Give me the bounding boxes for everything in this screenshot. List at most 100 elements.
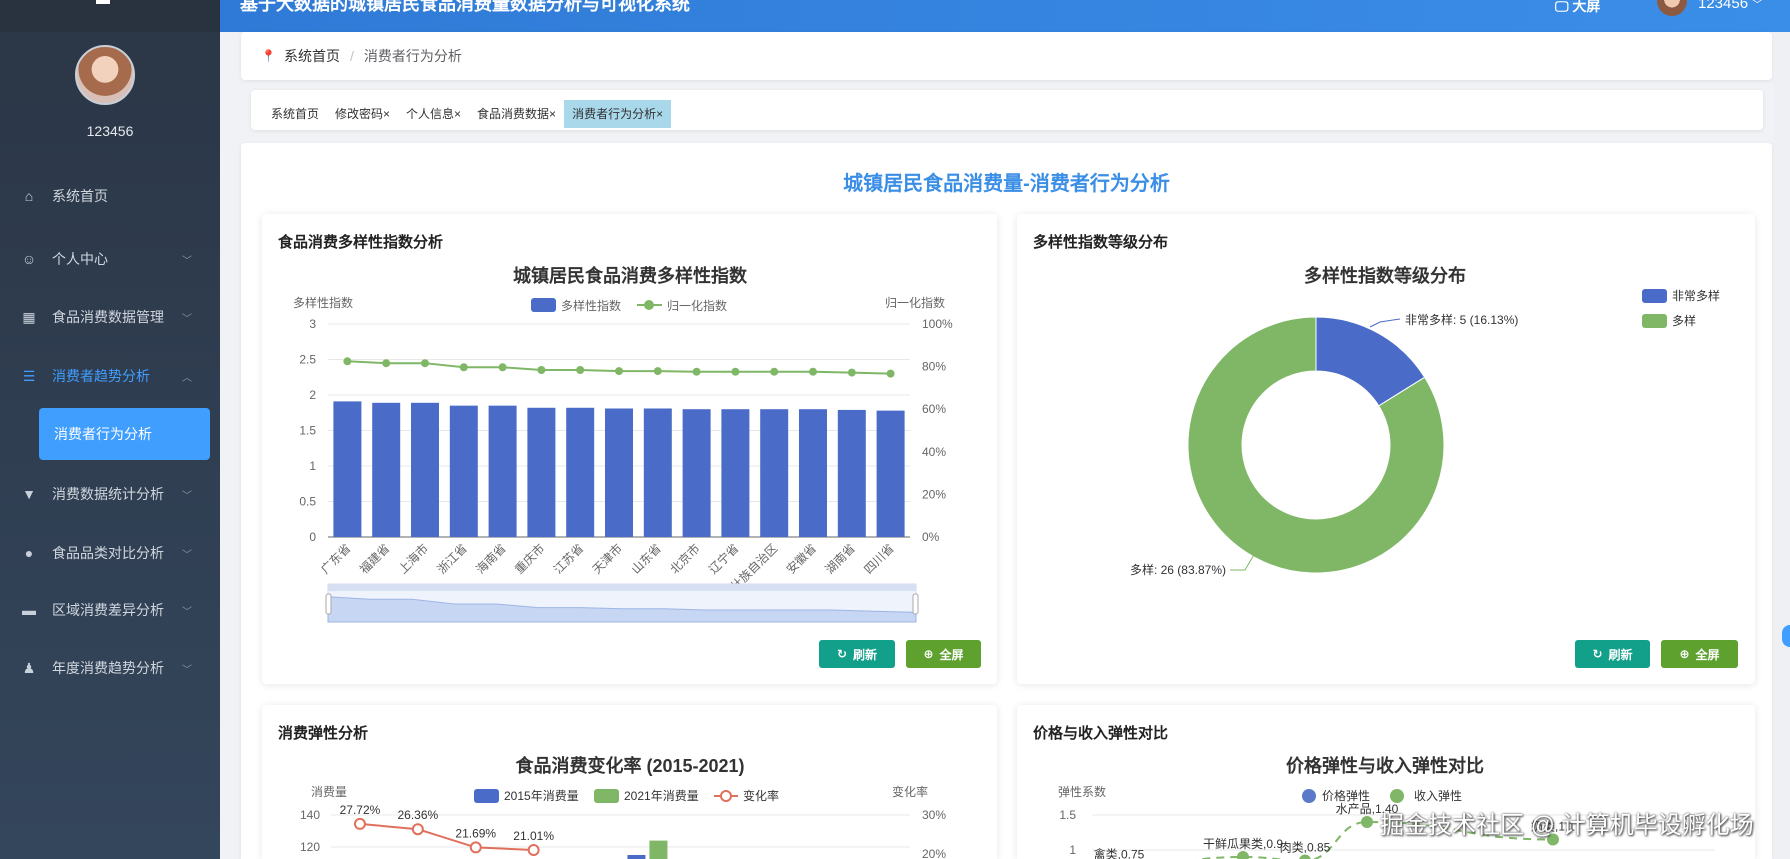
bar: [449, 405, 478, 537]
y-tick-label: 140: [300, 808, 320, 822]
y-tick-label: 120: [300, 840, 320, 854]
line-point: [459, 363, 468, 372]
bar: [760, 409, 789, 537]
line-point: [809, 367, 817, 376]
bar: [411, 402, 439, 537]
rate-label: 27.72%: [340, 803, 381, 817]
y-tick-label: 0: [309, 530, 316, 544]
legend-label: 多样性指数: [561, 298, 621, 313]
rate-point: [411, 823, 424, 836]
y-axis-name: 多样性指数: [293, 295, 353, 310]
datazoom-handle-left: [325, 593, 332, 615]
y2-tick-label: 20%: [922, 487, 946, 501]
y2-axis-name: 归一化指数: [885, 295, 945, 310]
x-tick-label: 天津市: [589, 541, 625, 577]
chart-title: 食品消费变化率 (2015-2021): [514, 755, 744, 776]
x-tick-label: 安徽省: [783, 541, 819, 577]
line-point: [421, 359, 429, 368]
y-tick-label: 1: [309, 459, 316, 473]
y-tick-label: 0.5: [299, 495, 316, 509]
legend-swatch: [594, 789, 619, 803]
datazoom-track: [328, 584, 916, 591]
rate-line: [359, 822, 534, 852]
line-point: [731, 367, 740, 376]
rate-label: 21.69%: [455, 826, 496, 840]
legend-line-marker: [644, 300, 654, 310]
legend-swatch: [474, 789, 499, 803]
bar-2021: [649, 840, 668, 859]
line-point: [498, 363, 507, 372]
rate-label: 21.01%: [513, 829, 554, 843]
y2-tick-label: 60%: [922, 402, 946, 416]
line-point: [886, 369, 895, 378]
bar: [876, 410, 905, 537]
line-point: [847, 368, 856, 377]
legend-label: 多样: [1672, 313, 1696, 328]
y-tick-label: 1: [1069, 843, 1076, 857]
x-tick-label: 福建省: [356, 541, 392, 577]
slice-label: 多样: 26 (83.87%): [1130, 562, 1226, 577]
y-tick-label: 1.5: [299, 424, 316, 438]
bar: [488, 405, 517, 537]
y2-tick-label: 0%: [922, 530, 940, 544]
chart-title: 城镇居民食品消费多样性指数: [513, 265, 748, 286]
y2-tick-label: 40%: [922, 445, 946, 459]
bar: [527, 407, 556, 537]
point-label: 禽类,0.75: [1094, 847, 1145, 859]
y-axis-name: 弹性系数: [1058, 784, 1106, 799]
y-tick-label: 3: [309, 317, 316, 331]
watermark: 掘金技术社区 @ 计算机毕设孵化场: [1380, 812, 1754, 839]
floating-button[interactable]: [1782, 625, 1790, 647]
y-tick-label: 2.5: [299, 353, 316, 367]
rate-point: [353, 817, 366, 830]
x-tick-label: 海南省: [473, 541, 509, 577]
line-point: [615, 367, 623, 376]
line-point: [576, 366, 585, 375]
rate-point: [527, 844, 540, 857]
legend-swatch: [1642, 314, 1667, 328]
y2-axis-name: 变化率: [892, 784, 928, 799]
chart-title: 价格弹性与收入弹性对比: [1286, 755, 1484, 776]
x-tick-label: 江苏省: [551, 541, 586, 576]
x-tick-label: 广东省: [318, 541, 353, 576]
income-point: [1237, 851, 1249, 859]
bar: [682, 409, 711, 537]
legend-label: 变化率: [743, 788, 779, 803]
x-tick-label: 山东省: [629, 541, 664, 576]
line-point: [537, 366, 546, 375]
page-scrollbar[interactable]: [1774, 32, 1790, 859]
chart-title: 多样性指数等级分布: [1304, 265, 1466, 286]
bar: [643, 408, 672, 537]
legend-label: 收入弹性: [1414, 789, 1462, 803]
bar: [605, 408, 633, 537]
legend-label: 2021年消费量: [624, 789, 699, 803]
charts-layer: 城镇居民食品消费多样性指数多样性指数 归一化指数 多样性指数 归一化指数 0 0.5 1 1.…: [293, 265, 1720, 859]
legend-swatch: [1642, 289, 1667, 303]
legend-marker: [720, 790, 732, 802]
legend-marker: [1302, 789, 1316, 803]
x-tick-label: 湖南省: [822, 541, 858, 577]
point-label: 干鲜瓜果类,0.9: [1203, 837, 1283, 851]
slice-label: 非常多样: 5 (16.13%): [1405, 312, 1518, 327]
label-line: [1369, 318, 1401, 328]
bar: [566, 407, 595, 537]
x-tick-label: 辽宁省: [705, 541, 741, 577]
y-tick-label: 2: [309, 388, 316, 402]
bar: [837, 409, 866, 537]
line-point: [653, 367, 662, 376]
line-point: [343, 357, 352, 366]
legend-label: 价格弹性: [1322, 788, 1370, 803]
line-point: [382, 359, 391, 368]
bar: [333, 401, 362, 537]
line-point: [692, 367, 701, 376]
legend-label: 2015年消费量: [504, 789, 579, 803]
legend-label: 归一化指数: [667, 298, 727, 313]
x-tick-label: 北京市: [667, 541, 703, 577]
rate-point: [469, 841, 482, 854]
y-tick-label: 1.5: [1059, 808, 1076, 822]
point-label: 肉类,0.85: [1280, 841, 1331, 855]
legend-marker: [1390, 789, 1404, 803]
datazoom-handle-right: [912, 593, 919, 615]
y2-tick-label: 20%: [922, 847, 946, 859]
y-axis-name: 消费量: [311, 785, 347, 799]
